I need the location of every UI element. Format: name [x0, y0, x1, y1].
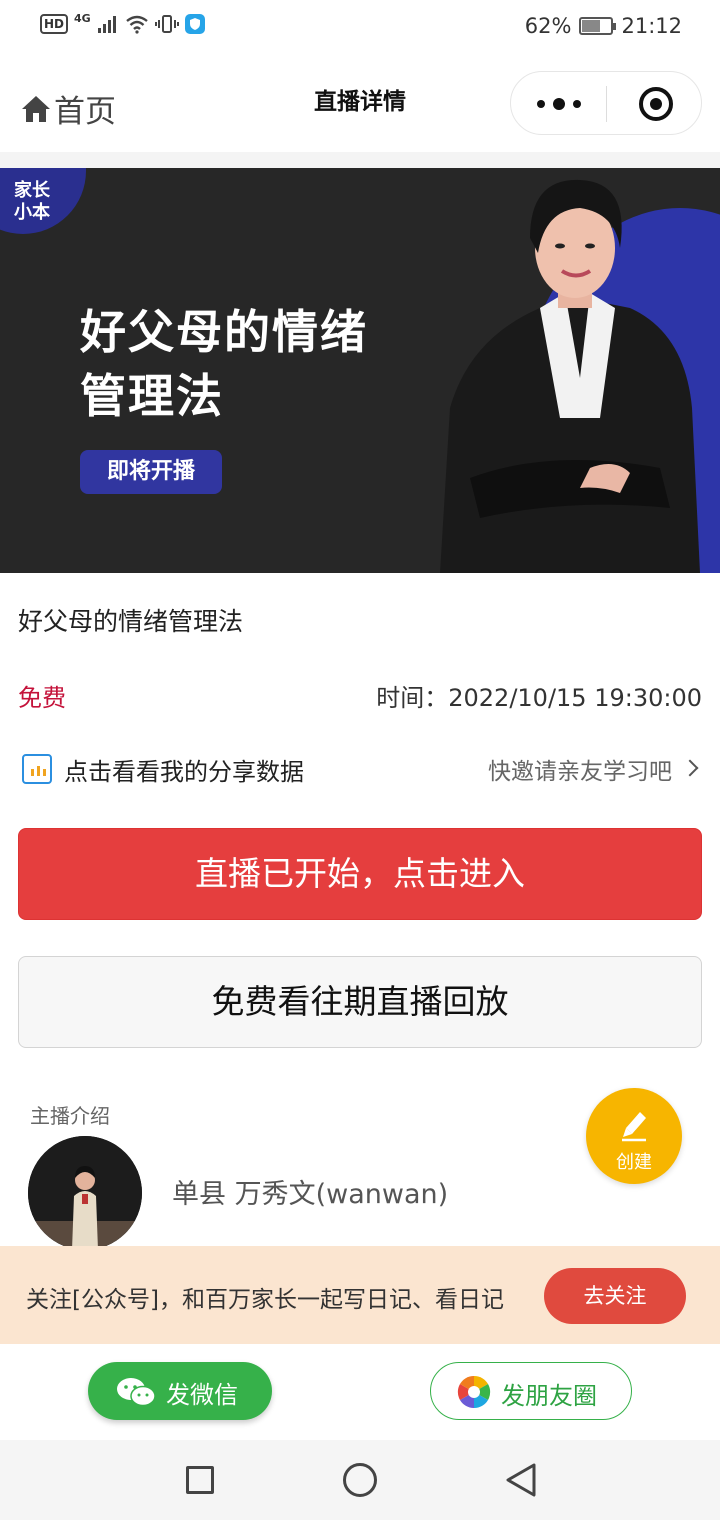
mini-program-capsule	[510, 71, 702, 135]
moments-icon	[457, 1375, 491, 1409]
divider-strip	[0, 152, 720, 168]
share-stats-label[interactable]: 点击看看我的分享数据	[64, 752, 304, 787]
battery-percent: 62%	[524, 14, 572, 38]
brand-logo: 家长 小本	[14, 180, 74, 224]
wifi-icon	[125, 15, 148, 34]
create-fab-label: 创建	[616, 1152, 652, 1173]
battery-fill	[582, 20, 600, 32]
course-banner[interactable]: 家长 小本 好父母的情绪 管理法 即将开播	[0, 168, 720, 573]
invite-friends-link[interactable]: 快邀请亲友学习吧	[488, 752, 672, 786]
nav-bar: 首页 直播详情	[0, 56, 720, 152]
share-moments-button[interactable]: 发朋友圈	[430, 1362, 632, 1420]
share-moments-label: 发朋友圈	[501, 1382, 597, 1410]
home-button-icon[interactable]	[343, 1463, 377, 1497]
status-right: 62% 21:12	[525, 14, 682, 38]
share-wechat-button[interactable]: 发微信	[88, 1362, 272, 1420]
share-wechat-label: 发微信	[166, 1381, 238, 1409]
vibrate-icon	[154, 15, 179, 33]
follow-banner: 关注[公众号]，和百万家长一起写日记、看日记 去关注	[0, 1246, 720, 1344]
status-bar: HD 4G 62% 21:12	[0, 0, 720, 56]
host-avatar-image	[28, 1136, 142, 1250]
price-label: 免费	[18, 684, 66, 712]
shield-app-icon	[184, 14, 205, 34]
system-nav-bar	[0, 1440, 720, 1520]
live-detail-page: HD 4G 62% 21:12 首页 直播详情 家长 小本 好父母的情绪 管理法…	[0, 0, 720, 1520]
battery-icon	[579, 17, 617, 35]
brand-logo-line2: 小本	[14, 202, 50, 223]
back-icon[interactable]	[504, 1462, 538, 1498]
banner-headline-line1: 好父母的情绪	[80, 305, 368, 359]
presenter-photo	[440, 179, 700, 573]
host-section-label: 主播介绍	[30, 1104, 110, 1128]
share-stats-row[interactable]: 点击看看我的分享数据 快邀请亲友学习吧	[0, 748, 720, 792]
pencil-icon	[622, 1112, 646, 1142]
host-avatar[interactable]	[28, 1136, 142, 1250]
host-name: 单县 万秀文(wanwan)	[172, 1179, 449, 1210]
replay-button[interactable]: 免费看往期直播回放	[18, 956, 702, 1048]
share-bar: 发微信 发朋友圈	[0, 1344, 720, 1440]
hd-badge: HD	[40, 14, 69, 34]
course-title: 好父母的情绪管理法	[18, 607, 244, 636]
close-mini-program-icon[interactable]	[639, 87, 673, 121]
wechat-icon	[117, 1378, 156, 1407]
signal-icon	[97, 16, 116, 33]
chevron-right-icon[interactable]	[681, 759, 699, 777]
follow-text: 关注[公众号]，和百万家长一起写日记、看日记	[26, 1287, 504, 1313]
follow-button[interactable]: 去关注	[544, 1268, 686, 1324]
banner-headline: 好父母的情绪 管理法	[80, 300, 368, 428]
brand-logo-line1: 家长	[14, 180, 50, 201]
time-value: 2022/10/15 19:30:00	[448, 684, 702, 712]
enter-live-button[interactable]: 直播已开始，点击进入	[18, 828, 702, 920]
clock: 21:12	[621, 14, 682, 38]
start-time: 时间：2022/10/15 19:30:00	[376, 678, 702, 713]
bar-chart-icon	[22, 754, 52, 784]
upcoming-badge: 即将开播	[80, 450, 222, 494]
recent-apps-icon[interactable]	[186, 1466, 214, 1494]
banner-headline-line2: 管理法	[80, 369, 224, 423]
time-label: 时间：	[376, 684, 449, 712]
network-type: 4G	[74, 11, 91, 25]
capsule-divider	[606, 86, 607, 122]
create-fab[interactable]: 创建	[586, 1088, 682, 1184]
status-left: HD 4G	[40, 11, 205, 34]
more-icon[interactable]	[537, 94, 581, 114]
